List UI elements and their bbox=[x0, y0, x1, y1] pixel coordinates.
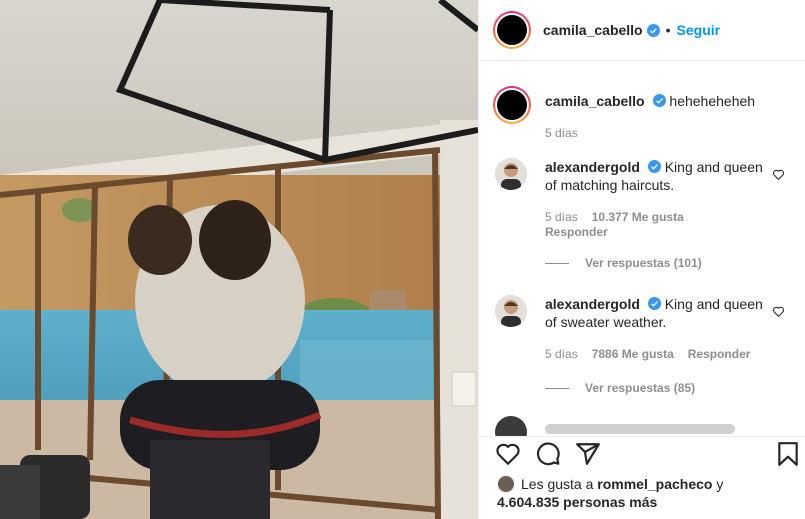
comment-likes[interactable]: 7886 Me gusta bbox=[592, 347, 674, 361]
post-photo[interactable] bbox=[0, 0, 478, 519]
caption-author[interactable]: camila_cabello bbox=[545, 93, 645, 109]
liker-avatar[interactable] bbox=[497, 475, 515, 493]
view-replies-label: Ver respuestas (101) bbox=[585, 256, 702, 270]
separator-dot: • bbox=[665, 22, 671, 38]
caption-text: heheheheheh bbox=[669, 93, 756, 109]
post-header: camila_cabello • Seguir bbox=[479, 0, 805, 61]
comment-avatar[interactable] bbox=[495, 416, 527, 436]
replies-divider bbox=[545, 262, 569, 264]
comment-meta: 5 días 7886 Me gusta Responder bbox=[545, 347, 764, 362]
author-avatar[interactable] bbox=[493, 11, 531, 49]
verified-badge-icon bbox=[652, 94, 666, 107]
reply-button[interactable]: Responder bbox=[688, 347, 751, 361]
caption-time[interactable]: 5 días bbox=[545, 124, 755, 142]
comment-heart-icon[interactable] bbox=[772, 168, 785, 181]
liker-username[interactable]: rommel_pacheco bbox=[597, 476, 712, 492]
comment-icon[interactable] bbox=[535, 441, 561, 467]
action-bar: Les gusta a rommel_pacheco y 4.604.835 p… bbox=[479, 436, 805, 519]
comment-text-cutoff bbox=[545, 424, 735, 434]
likes-prefix: Les gusta a bbox=[521, 476, 594, 492]
reply-button[interactable]: Responder bbox=[545, 225, 698, 240]
comment-avatar[interactable] bbox=[495, 158, 527, 190]
likes-conjunction: y bbox=[716, 476, 724, 492]
comments-list[interactable]: camila_cabello heheheheheh 5 días alexan… bbox=[479, 62, 805, 436]
comment-author[interactable]: alexandergold bbox=[545, 159, 640, 175]
view-replies-button[interactable]: Ver respuestas (85) bbox=[545, 381, 695, 395]
follow-button[interactable]: Seguir bbox=[677, 22, 721, 38]
caption-author-avatar[interactable] bbox=[493, 86, 531, 124]
view-replies-button[interactable]: Ver respuestas (101) bbox=[545, 256, 702, 270]
comment-heart-icon[interactable] bbox=[772, 305, 785, 318]
comment-avatar[interactable] bbox=[495, 295, 527, 327]
replies-divider bbox=[545, 387, 569, 389]
author-username[interactable]: camila_cabello bbox=[543, 22, 643, 38]
photo-image bbox=[0, 0, 478, 519]
verified-badge-icon bbox=[647, 160, 661, 173]
verified-badge-icon bbox=[646, 23, 660, 37]
verified-badge-icon bbox=[647, 297, 661, 310]
comment-time[interactable]: 5 días bbox=[545, 347, 578, 361]
comment-author[interactable]: alexandergold bbox=[545, 296, 640, 312]
comment-meta: 5 días 10.377 Me gusta Responder bbox=[545, 210, 698, 240]
bookmark-icon[interactable] bbox=[775, 441, 801, 467]
likes-summary: Les gusta a rommel_pacheco y 4.604.835 p… bbox=[497, 475, 723, 511]
comment-item-partial bbox=[495, 416, 795, 436]
paper-plane-icon[interactable] bbox=[575, 441, 601, 467]
caption: camila_cabello heheheheheh 5 días bbox=[493, 86, 755, 142]
comment-time[interactable]: 5 días bbox=[545, 210, 578, 224]
view-replies-label: Ver respuestas (85) bbox=[585, 381, 696, 395]
heart-icon[interactable] bbox=[495, 441, 521, 467]
post-side-panel: camila_cabello • Seguir camila_cabello h… bbox=[478, 0, 805, 519]
comment-likes[interactable]: 10.377 Me gusta bbox=[592, 210, 684, 224]
likes-count[interactable]: 4.604.835 personas más bbox=[497, 494, 657, 510]
